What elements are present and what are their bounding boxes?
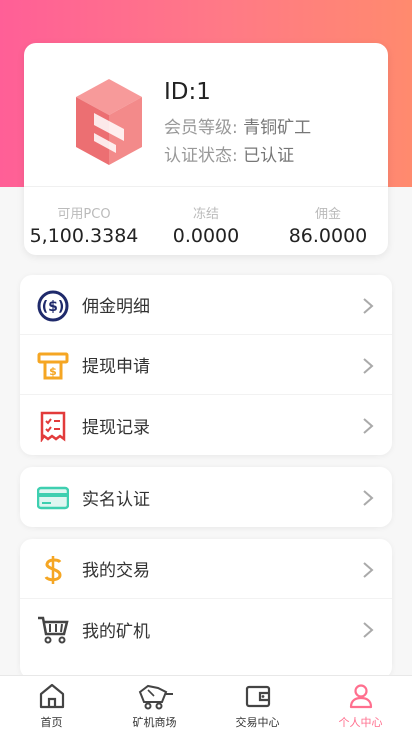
menu-card-assets: 我的交易 我的矿机: [20, 539, 392, 679]
chevron-right-icon: [363, 490, 374, 506]
stat-value: 5,100.3384: [29, 225, 139, 247]
stat-available: 可用PCO 5,100.3384: [24, 203, 144, 247]
stat-label: 冻结: [192, 207, 219, 222]
wallet-icon: [245, 685, 270, 708]
member-level: 会员等级: 青铜矿工: [164, 113, 311, 138]
mine-cart-icon: [138, 684, 173, 710]
id-card-icon: [37, 486, 69, 510]
user-icon: [349, 684, 372, 709]
chevron-right-icon: [363, 622, 374, 638]
brand-logo-icon: [76, 79, 142, 165]
menu-item-my-miners[interactable]: 我的矿机: [20, 599, 392, 659]
receipt-icon: [40, 411, 66, 442]
stat-value: 0.0000: [172, 225, 240, 247]
dollar-circle-icon: ($): [37, 290, 69, 322]
verification-status: 认证状态: 已认证: [164, 141, 294, 166]
menu-card-verification: 实名认证: [20, 467, 392, 527]
tab-label: 个人中心: [338, 716, 383, 729]
tab-trade-center[interactable]: 交易中心: [206, 676, 309, 734]
tab-label: 交易中心: [235, 716, 280, 729]
stat-value: 86.0000: [288, 225, 368, 247]
stat-label: 佣金: [314, 207, 341, 222]
member-level-label: 会员等级:: [164, 118, 238, 138]
chevron-right-icon: [363, 418, 374, 434]
stat-label: 可用PCO: [57, 207, 111, 222]
member-level-value: 青铜矿工: [243, 118, 312, 138]
menu-item-label: 提现申请: [82, 357, 150, 377]
stat-commission: 佣金 86.0000: [268, 203, 388, 247]
chevron-right-icon: [363, 562, 374, 578]
tab-miner-mall[interactable]: 矿机商场: [103, 676, 206, 734]
chevron-right-icon: [363, 358, 374, 374]
svg-text:$: $: [49, 365, 57, 378]
profile-card: ID:1 会员等级: 青铜矿工 认证状态: 已认证 可用PCO 5,100.33…: [24, 43, 388, 255]
svg-text:($): ($): [42, 299, 65, 315]
home-icon: [39, 683, 64, 709]
menu-item-my-trades[interactable]: 我的交易: [20, 539, 392, 599]
stat-frozen: 冻结 0.0000: [146, 203, 266, 247]
cart-icon: [38, 616, 69, 644]
withdraw-icon: $: [37, 352, 69, 380]
menu-item-label: 提现记录: [82, 417, 150, 438]
menu-item-label: 我的矿机: [82, 621, 150, 642]
tab-personal-center[interactable]: 个人中心: [309, 676, 412, 734]
menu-item-label: 实名认证: [82, 489, 150, 510]
menu-item-real-name-auth[interactable]: 实名认证: [20, 467, 392, 527]
menu-card-finance: ($) 佣金明细 $ 提现申请 提现记录: [20, 275, 392, 455]
tab-home[interactable]: 首页: [0, 676, 103, 734]
menu-item-withdraw-record[interactable]: 提现记录: [20, 395, 392, 455]
verification-status-label: 认证状态:: [164, 146, 238, 166]
tab-label: 矿机商场: [132, 716, 177, 729]
tab-label: 首页: [40, 716, 63, 729]
chevron-right-icon: [363, 298, 374, 314]
verification-status-value: 已认证: [243, 146, 295, 166]
bottom-tab-bar: 首页 矿机商场 交易中心 个人中心: [0, 675, 412, 734]
menu-item-label: 佣金明细: [82, 297, 150, 317]
menu-item-commission-detail[interactable]: ($) 佣金明细: [20, 275, 392, 335]
dollar-sign-icon: [44, 556, 62, 584]
divider: [24, 186, 388, 187]
menu-item-withdraw-request[interactable]: $ 提现申请: [20, 335, 392, 395]
user-id: ID:1: [164, 79, 211, 105]
menu-item-label: 我的交易: [82, 561, 150, 581]
